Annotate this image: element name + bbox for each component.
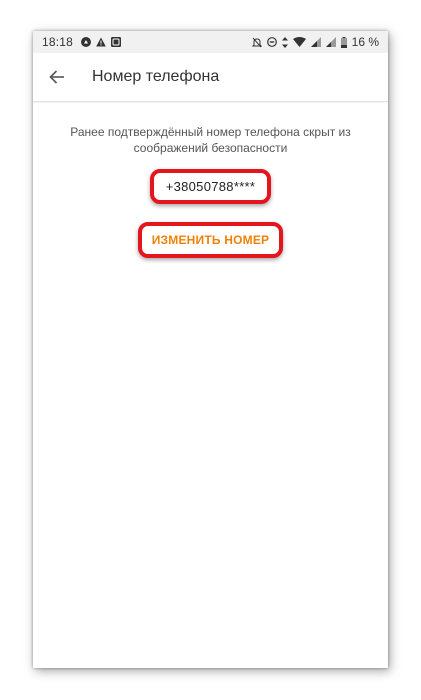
back-button[interactable] — [47, 67, 67, 87]
data-icon — [281, 36, 288, 48]
dnd-icon — [266, 37, 277, 47]
app-icon — [111, 37, 122, 47]
android-icon — [81, 37, 92, 47]
change-number-button[interactable]: ИЗМЕНИТЬ НОМЕР — [137, 222, 284, 258]
mute-icon — [251, 37, 262, 47]
main-content: Ранее подтверждённый номер телефона скры… — [33, 102, 388, 258]
security-description: Ранее подтверждённый номер телефона скры… — [70, 125, 351, 155]
battery-level: 16 % — [351, 35, 379, 49]
signal-icon — [310, 37, 321, 47]
masked-phone-number: +38050788**** — [149, 169, 272, 204]
warning-icon — [96, 37, 106, 47]
signal-icon — [325, 37, 336, 47]
status-bar: 18:18 16 % — [33, 31, 388, 53]
page-title: Номер телефона — [92, 68, 220, 85]
phone-screen: 18:18 16 % Номер телефона Ранее подтверж — [33, 31, 388, 668]
battery-icon — [340, 36, 347, 48]
app-bar: Номер телефона — [33, 53, 388, 102]
status-time: 18:18 — [42, 35, 74, 49]
wifi-icon — [292, 37, 306, 47]
arrow-left-icon — [49, 70, 64, 84]
